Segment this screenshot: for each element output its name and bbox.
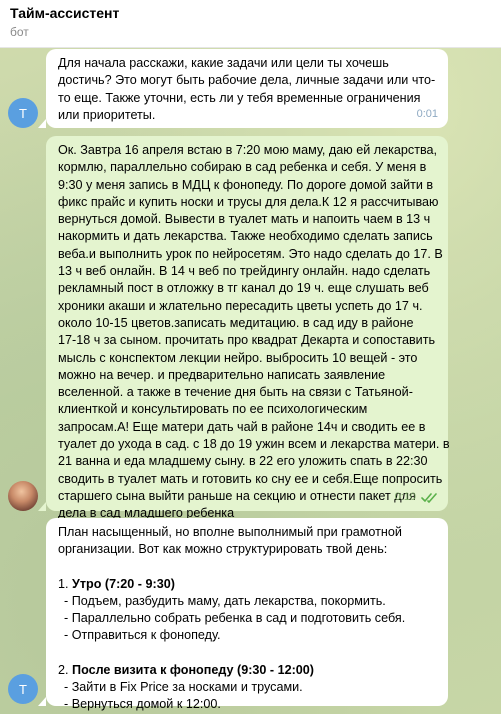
plan-section-heading: 2. После визита к фонопеду (9:30 - 12:00…	[58, 662, 436, 679]
plan-section-title: Утро (7:20 - 9:30)	[72, 576, 175, 591]
message-text-line: План насыщенный, но вполне выполнимый пр…	[58, 525, 402, 539]
message-text-line: организации. Вот как можно структурирова…	[58, 542, 388, 557]
chat-title: Тайм-ассистент	[10, 5, 120, 21]
plan-section-number: 2.	[58, 662, 69, 677]
message-bubble-user[interactable]: Ок. Завтра 16 апреля встаю в 7:20 мою ма…	[46, 136, 450, 520]
message-text-line: вселенной. а также в течение дня быть на…	[58, 385, 413, 400]
message-text-line: рекламный пост в отложку в тг канал до 1…	[58, 281, 429, 296]
message-text-line: туалет до ухода в сад. с 18 до 19 ужин в…	[58, 437, 450, 452]
bot-avatar-letter: T	[19, 105, 27, 121]
message-text-line: фикс прайс и купить носки и трусы для де…	[58, 194, 439, 209]
message-text-line: можно на вечер. и предварительно написат…	[58, 367, 386, 382]
user-avatar[interactable]	[8, 481, 38, 511]
message-text-line: или приоритеты.	[58, 107, 156, 122]
plan-item: - Параллельно собрать ребенка в сад и по…	[64, 611, 406, 626]
message-text-line: 13 ч веб онлайн. В 14 ч веб по трейдингу…	[58, 264, 431, 279]
message-text-line: клиенткой и консультировать по ее психол…	[58, 402, 368, 417]
message-text-line: кормлю, параллельно собираю в сад ребенк…	[58, 160, 427, 175]
plan-item: - Вернуться домой к 12:00.	[64, 697, 221, 712]
chat-header[interactable]: Тайм-ассистент бот	[0, 0, 501, 48]
plan-section-number: 1.	[58, 576, 69, 591]
message-text-line: достичь? Это могут быть рабочие дела, ли…	[58, 73, 436, 88]
plan-section-title: После визита к фонопеду (9:30 - 12:00)	[72, 662, 314, 677]
message-text-line: Для начала расскажи, какие задачи или це…	[58, 56, 389, 70]
message-text-line: сводить в туалет мать и готовить ко сну …	[58, 471, 443, 486]
plan-item: - Подъем, разбудить маму, дать лекарства…	[64, 593, 386, 608]
bubble-tail	[38, 502, 46, 511]
message-text-line: 17-18 ч за сыном. прочитать про квадрат …	[58, 333, 436, 348]
chat-subtitle: бот	[10, 25, 29, 39]
message-bubble-bot[interactable]: План насыщенный, но вполне выполнимый пр…	[46, 518, 448, 711]
message-text-line: запросам.А! Еще матери дать чай в районе…	[58, 419, 426, 434]
message-text-line: старшего сына выйти раньше на секцию и о…	[58, 488, 416, 503]
plan-item: - Отправиться к фонопеду.	[64, 628, 221, 643]
message-bubble-bot[interactable]: Для начала расскажи, какие задачи или це…	[46, 49, 448, 128]
message-text-line: 21 ванна и еда младшему сыну. в 22 его у…	[58, 454, 428, 469]
bubble-tail	[38, 119, 46, 128]
message-text-line: мысль с конспектом лекции нейро. выброси…	[58, 350, 418, 365]
bot-avatar[interactable]: T	[8, 674, 38, 704]
message-text-line: Ок. Завтра 16 апреля встаю в 7:20 мою ма…	[58, 143, 438, 157]
message-text-line: около 10-15 цветов.записать медитацию. в…	[58, 315, 414, 330]
message-text-line: то еще. Также уточни, есть ли у тебя вре…	[58, 90, 421, 105]
message-text-line: веба.и выполнить урок по нейросетям. Это…	[58, 246, 443, 261]
double-check-icon	[421, 493, 437, 503]
message-text-line: накормить и дать лекарства. Также необхо…	[58, 229, 433, 244]
bot-avatar-letter: T	[19, 681, 27, 697]
bubble-tail	[38, 697, 46, 706]
plan-section-heading: 1. Утро (7:20 - 9:30)	[58, 576, 436, 593]
plan-item: - Зайти в Fix Price за носками и трусами…	[64, 680, 303, 695]
message-text-line: хроники акаши и жлательно пересадить цве…	[58, 298, 423, 313]
message-text-line: 9:30 у меня запись в МДЦ к фонопеду. По …	[58, 177, 434, 192]
message-time: 0:10	[394, 490, 416, 503]
message-time: 0:01	[416, 107, 438, 120]
message-text-line: вернуться домой. Вывести в туалет мать и…	[58, 212, 431, 227]
bot-avatar[interactable]: T	[8, 98, 38, 128]
